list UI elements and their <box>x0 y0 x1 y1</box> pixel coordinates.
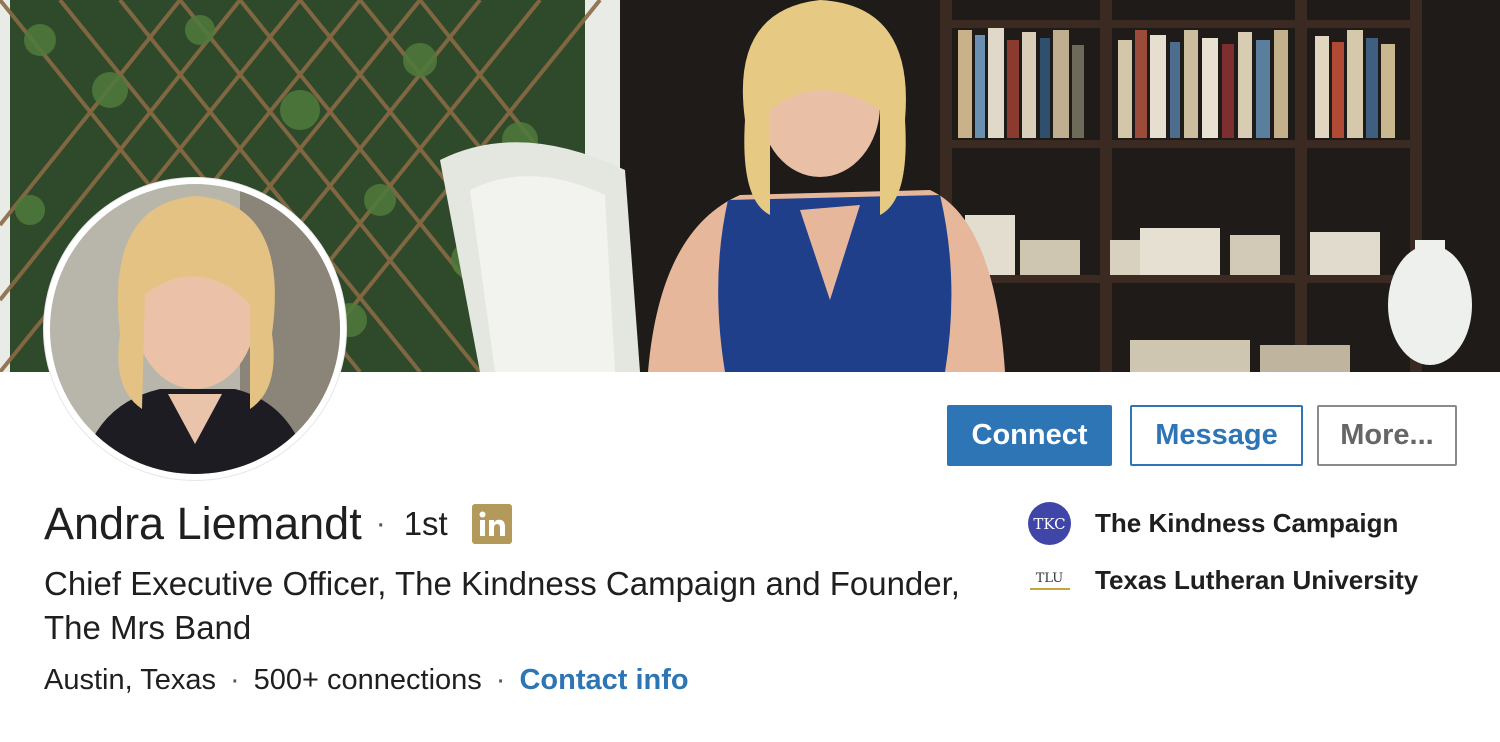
profile-headline: Chief Executive Officer, The Kindness Ca… <box>44 565 960 646</box>
org-current-company[interactable]: TKC The Kindness Campaign <box>1028 502 1398 545</box>
meta-separator: · <box>229 664 240 696</box>
name-row: Andra Liemandt · 1st <box>44 498 512 550</box>
connection-degree: 1st <box>403 505 448 542</box>
org-company-name: The Kindness Campaign <box>1095 508 1399 538</box>
connect-button[interactable]: Connect <box>947 405 1112 466</box>
tlu-logo-icon: TLU <box>1028 566 1071 596</box>
org-education[interactable]: TLU Texas Lutheran University <box>1028 565 1418 596</box>
profile-location: Austin, Texas <box>44 664 216 696</box>
org-school-name: Texas Lutheran University <box>1095 565 1419 595</box>
linkedin-premium-icon <box>471 504 512 544</box>
connections-count: 500+ connections <box>253 664 482 696</box>
more-button[interactable]: More... <box>1317 405 1457 466</box>
tkc-logo-text: TKC <box>1033 514 1066 533</box>
profile-meta: Austin, Texas · 500+ connections · Conta… <box>44 660 689 700</box>
message-button[interactable]: Message <box>1130 405 1303 466</box>
profile-name: Andra Liemandt <box>44 498 362 549</box>
tlu-logo-text: TLU <box>1035 571 1064 586</box>
avatar-photo <box>50 184 340 474</box>
name-separator: · <box>375 507 386 540</box>
meta-separator: · <box>495 664 506 696</box>
profile-avatar[interactable] <box>44 178 346 480</box>
contact-info-link[interactable]: Contact info <box>519 660 688 700</box>
kindness-campaign-logo-icon: TKC <box>1028 502 1071 545</box>
